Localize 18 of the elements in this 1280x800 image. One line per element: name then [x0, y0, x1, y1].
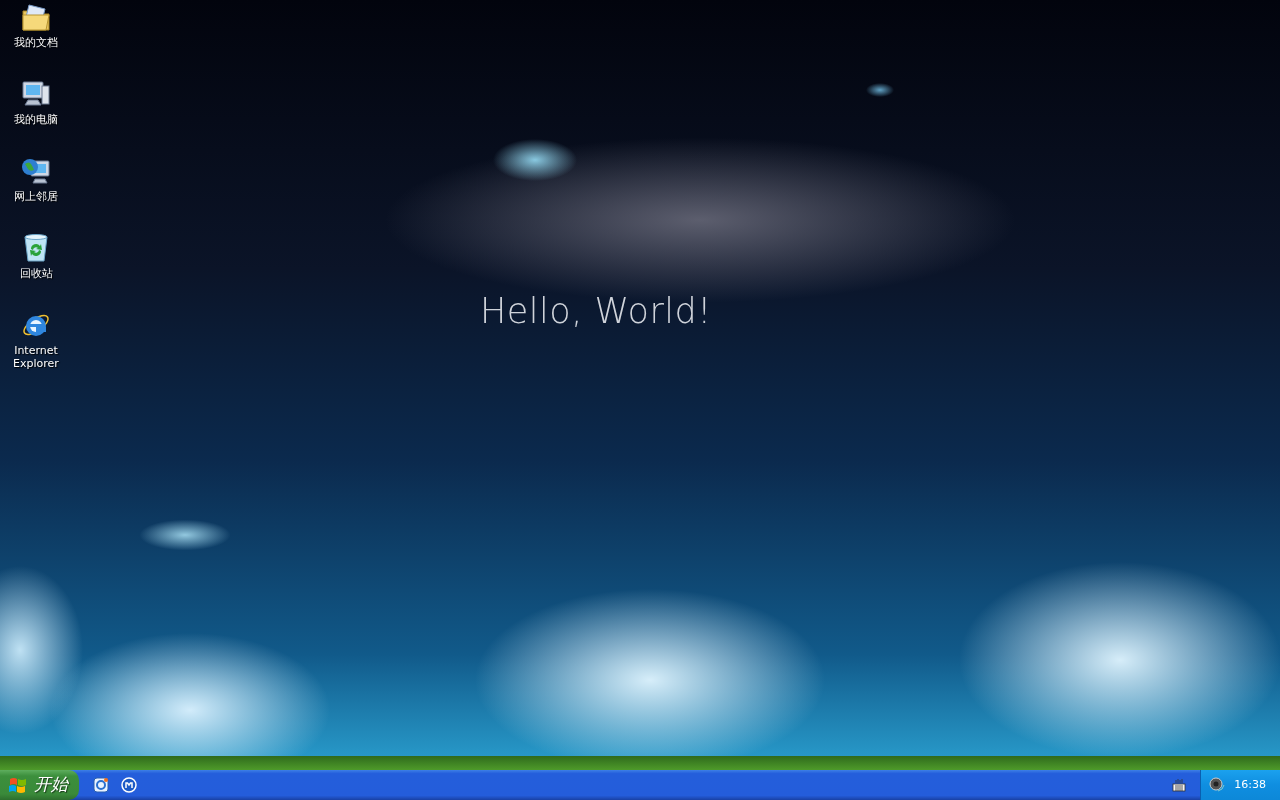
- wallpaper-caption: Hello, World!: [480, 292, 712, 331]
- shortcut-label: 网上邻居: [14, 190, 58, 203]
- desktop-shortcut[interactable]: 我的电脑: [0, 78, 72, 155]
- browser-icon[interactable]: [121, 777, 137, 793]
- keyboard-icon[interactable]: [1172, 778, 1187, 792]
- app-icon[interactable]: [93, 777, 109, 793]
- desktop-shortcut[interactable]: 网上邻居: [0, 155, 72, 232]
- shortcut-label: 回收站: [19, 267, 53, 280]
- start-button[interactable]: 开始: [0, 770, 79, 800]
- desktop-shortcut[interactable]: 回收站: [0, 232, 72, 309]
- speaker-icon[interactable]: [1209, 777, 1226, 793]
- windows-logo-icon: [8, 776, 28, 794]
- shortcut-label: 我的电脑: [14, 113, 58, 126]
- desktop-shortcut[interactable]: Internet Explorer: [0, 309, 72, 386]
- shortcut-label: 我的文档: [14, 36, 58, 49]
- folder-icon: [20, 1, 52, 33]
- desktop-shortcut[interactable]: 我的文档: [0, 1, 72, 78]
- shortcut-label: Internet Explorer: [12, 344, 60, 370]
